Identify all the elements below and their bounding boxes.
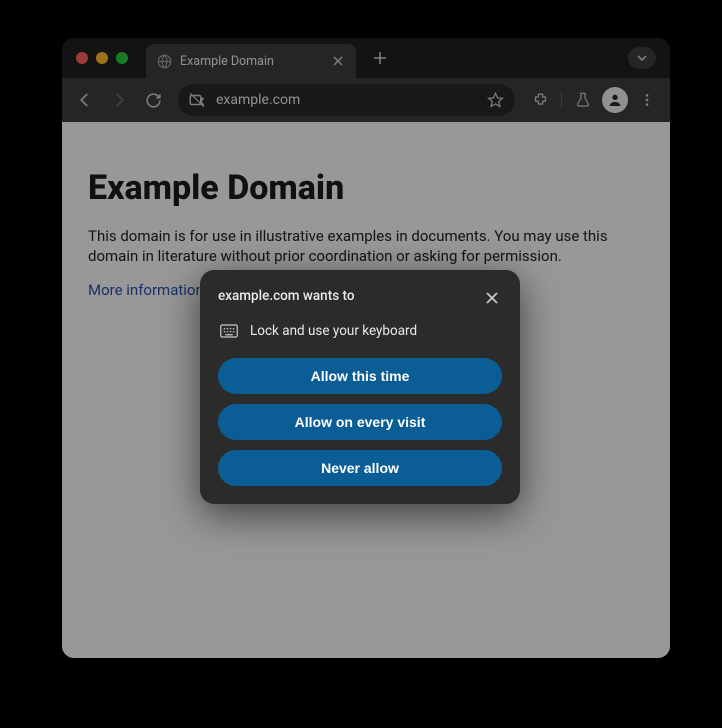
globe-icon	[156, 53, 172, 69]
permission-dialog-title: example.com wants to	[218, 288, 355, 304]
forward-button[interactable]	[104, 85, 134, 115]
never-allow-button[interactable]: Never allow	[218, 450, 502, 486]
allow-every-visit-button[interactable]: Allow on every visit	[218, 404, 502, 440]
browser-toolbar: example.com	[62, 78, 670, 122]
toolbar-separator	[561, 91, 562, 109]
permission-item-text: Lock and use your keyboard	[250, 323, 417, 339]
browser-tab[interactable]: Example Domain	[146, 44, 356, 78]
labs-button[interactable]	[568, 85, 598, 115]
url-text: example.com	[216, 92, 475, 108]
profile-button[interactable]	[602, 87, 628, 113]
window-controls	[76, 52, 128, 64]
tabs-dropdown-button[interactable]	[628, 47, 656, 69]
reload-button[interactable]	[138, 85, 168, 115]
browser-window: Example Domain	[62, 38, 670, 658]
window-minimize-button[interactable]	[96, 52, 108, 64]
bookmark-button[interactable]	[485, 90, 505, 110]
tab-strip: Example Domain	[62, 38, 670, 78]
permission-dialog: example.com wants to Lock and use your k…	[200, 270, 520, 504]
new-tab-button[interactable]	[366, 44, 394, 72]
allow-this-time-button[interactable]: Allow this time	[218, 358, 502, 394]
address-bar[interactable]: example.com	[178, 84, 515, 116]
menu-button[interactable]	[632, 85, 662, 115]
keyboard-icon	[220, 322, 238, 340]
permission-item: Lock and use your keyboard	[218, 322, 502, 340]
site-info-icon[interactable]	[188, 91, 206, 109]
permission-dialog-close-button[interactable]	[482, 288, 502, 308]
window-maximize-button[interactable]	[116, 52, 128, 64]
window-close-button[interactable]	[76, 52, 88, 64]
tab-close-button[interactable]	[330, 53, 346, 69]
extensions-button[interactable]	[525, 85, 555, 115]
back-button[interactable]	[70, 85, 100, 115]
tab-title: Example Domain	[180, 54, 322, 69]
